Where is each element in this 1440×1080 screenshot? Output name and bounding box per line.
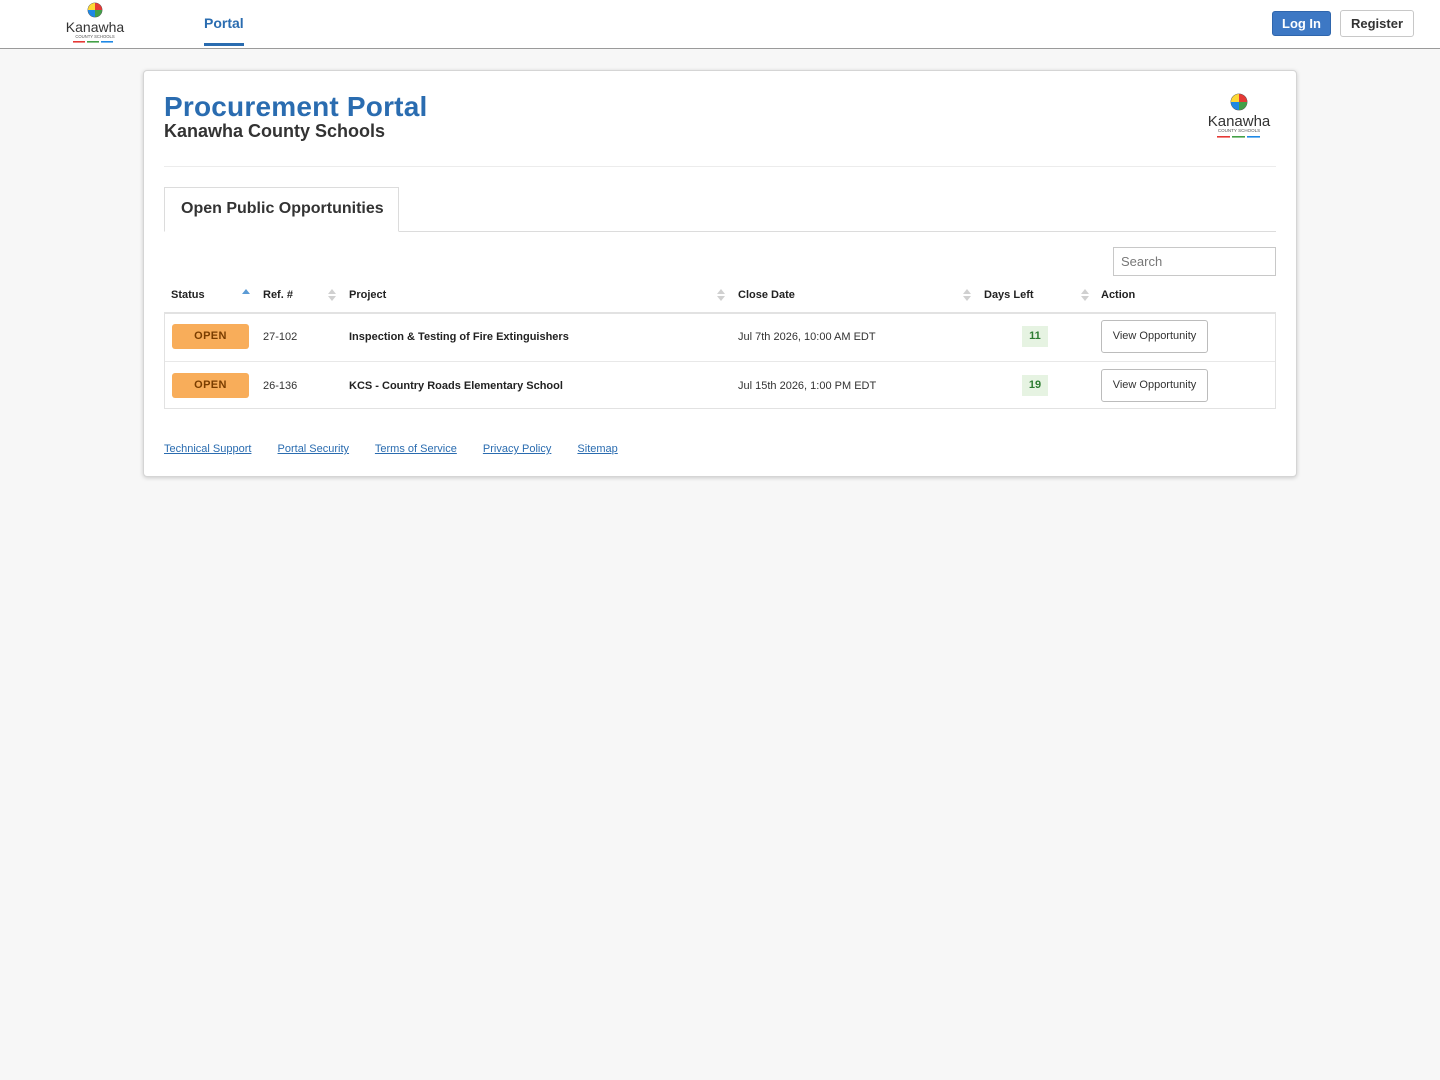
ref-number: 27-102: [263, 331, 298, 343]
footer-links: Technical Support Portal Security Terms …: [164, 443, 641, 455]
nav-tab-portal[interactable]: Portal: [204, 0, 244, 46]
organization-name: Kanawha County Schools: [164, 121, 386, 141]
status-badge: OPEN: [172, 324, 249, 349]
svg-text:COUNTY SCHOOLS: COUNTY SCHOOLS: [75, 34, 114, 39]
table-header: Status Ref. # Project Close Date Days Le…: [164, 279, 1276, 314]
register-button[interactable]: Register: [1340, 10, 1414, 37]
top-navbar: Kanawha COUNTY SCHOOLS Portal Log In Reg…: [0, 0, 1440, 49]
footer-link-terms-of-service[interactable]: Terms of Service: [375, 443, 457, 455]
footer-link-technical-support[interactable]: Technical Support: [164, 443, 251, 455]
svg-text:COUNTY SCHOOLS: COUNTY SCHOOLS: [1218, 128, 1260, 133]
login-button[interactable]: Log In: [1272, 11, 1331, 36]
close-date: Jul 15th 2026, 1:00 PM EDT: [738, 380, 877, 392]
kanawha-logo: Kanawha COUNTY SCHOOLS: [1208, 93, 1271, 138]
column-header-action: Action: [1101, 289, 1136, 301]
view-opportunity-button[interactable]: View Opportunity: [1101, 369, 1208, 402]
project-name: KCS - Country Roads Elementary School: [349, 380, 563, 392]
table-body: OPEN 27-102 Inspection & Testing of Fire…: [164, 313, 1276, 409]
column-header-status[interactable]: Status: [171, 279, 205, 312]
footer-link-portal-security[interactable]: Portal Security: [278, 443, 350, 455]
column-header-ref[interactable]: Ref. #: [263, 279, 293, 312]
search-input[interactable]: [1113, 247, 1276, 276]
svg-text:Kanawha: Kanawha: [66, 19, 125, 35]
view-opportunity-button[interactable]: View Opportunity: [1101, 320, 1208, 353]
column-header-days-left[interactable]: Days Left: [984, 279, 1034, 312]
sort-both-icon[interactable]: [328, 288, 336, 302]
footer-link-sitemap[interactable]: Sitemap: [577, 443, 617, 455]
column-header-close-date[interactable]: Close Date: [738, 279, 795, 312]
sort-both-icon[interactable]: [963, 288, 971, 302]
close-date: Jul 7th 2026, 10:00 AM EDT: [738, 331, 876, 343]
sort-both-icon[interactable]: [717, 288, 725, 302]
days-left-badge: 19: [1022, 375, 1048, 396]
header-divider: [164, 166, 1276, 167]
column-header-project[interactable]: Project: [349, 279, 386, 312]
kanawha-logo[interactable]: Kanawha COUNTY SCHOOLS: [63, 2, 127, 46]
status-badge: OPEN: [172, 373, 249, 398]
project-name: Inspection & Testing of Fire Extinguishe…: [349, 331, 569, 343]
table-row: OPEN 26-136 KCS - Country Roads Elementa…: [165, 361, 1275, 410]
page-title: Procurement Portal: [164, 91, 428, 122]
table-row: OPEN 27-102 Inspection & Testing of Fire…: [165, 313, 1275, 361]
footer-link-privacy-policy[interactable]: Privacy Policy: [483, 443, 551, 455]
days-left-badge: 11: [1022, 326, 1048, 347]
tab-open-public-opportunities[interactable]: Open Public Opportunities: [164, 187, 399, 232]
ref-number: 26-136: [263, 380, 298, 392]
portal-card: Procurement Portal Kanawha County School…: [143, 70, 1297, 477]
sort-both-icon[interactable]: [1081, 288, 1089, 302]
sort-asc-icon[interactable]: [242, 288, 250, 302]
